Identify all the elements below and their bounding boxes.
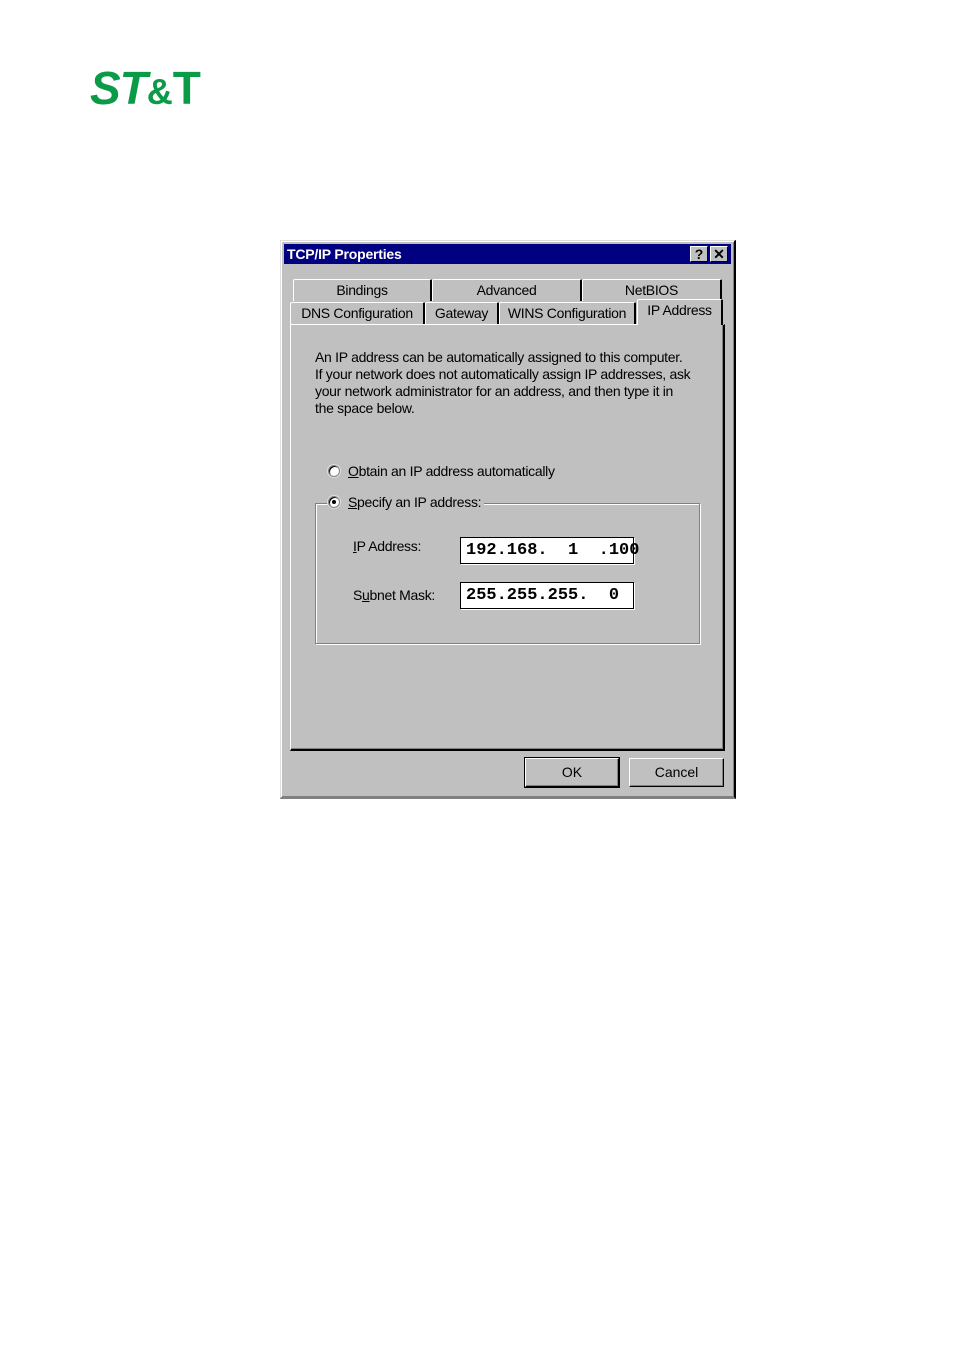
radio-specify-label: Specify an IP address:	[348, 494, 482, 510]
radio-obtain-label: Obtain an IP address automatically	[348, 463, 555, 479]
radio-button-checked-icon[interactable]	[328, 496, 340, 508]
logo-text-st: ST	[90, 62, 148, 114]
tab-bindings[interactable]: Bindings	[293, 279, 432, 301]
help-button[interactable]: ?	[690, 246, 708, 262]
tab-netbios[interactable]: NetBIOS	[582, 279, 722, 301]
subnet-mask-input[interactable]: 255.255.255. 0	[460, 582, 634, 609]
description-text: An IP address can be automatically assig…	[315, 349, 691, 416]
radio-specify-ip[interactable]: Specify an IP address:	[328, 494, 485, 510]
ip-address-label: IP Address:	[353, 538, 422, 554]
question-mark-icon: ?	[694, 246, 704, 262]
ip-address-tab-panel: An IP address can be automatically assig…	[290, 324, 725, 751]
radio-button-unchecked-icon[interactable]	[328, 465, 340, 477]
dialog-title: TCP/IP Properties	[287, 246, 402, 262]
close-icon: ✕	[713, 246, 725, 262]
ip-address-input[interactable]: 192.168. 1 .100	[460, 537, 639, 564]
radio-obtain-automatically[interactable]: Obtain an IP address automatically	[328, 463, 555, 479]
logo-ampersand: &	[146, 71, 173, 112]
cancel-button[interactable]: Cancel	[629, 758, 724, 787]
title-bar[interactable]: TCP/IP Properties ? ✕	[284, 244, 731, 264]
close-button[interactable]: ✕	[710, 246, 728, 262]
ok-button[interactable]: OK	[524, 757, 620, 788]
tab-gateway[interactable]: Gateway	[425, 302, 499, 324]
tab-wins-configuration[interactable]: WINS Configuration	[499, 302, 636, 324]
subnet-mask-label: Subnet Mask:	[353, 587, 436, 603]
logo-text-t: T	[172, 62, 201, 114]
tab-ip-address[interactable]: IP Address	[637, 299, 723, 325]
tcpip-properties-dialog: TCP/IP Properties ? ✕ Bindings Advanced …	[280, 240, 736, 799]
st-t-logo: ST&T	[90, 62, 201, 118]
specify-ip-groupbox: IP Address: 192.168. 1 .100 Subnet Mask:…	[315, 503, 700, 644]
tab-advanced[interactable]: Advanced	[432, 279, 582, 301]
tab-dns-configuration[interactable]: DNS Configuration	[290, 302, 425, 324]
